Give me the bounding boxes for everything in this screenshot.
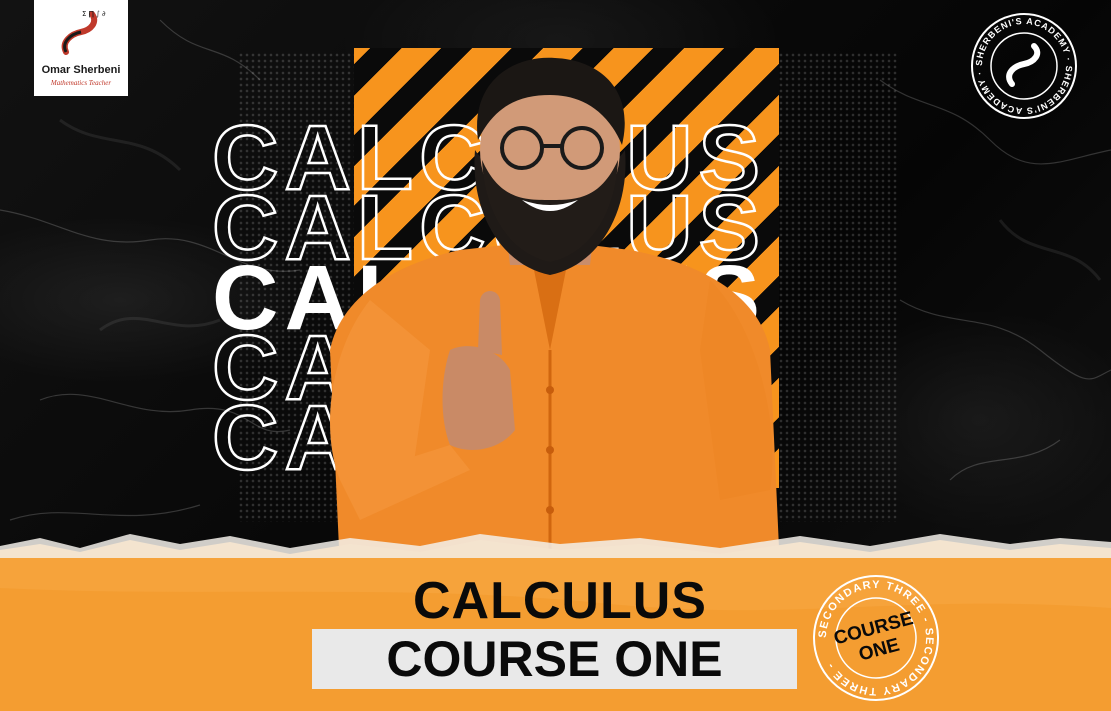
- course-title-line1: CALCULUS: [413, 572, 707, 630]
- course-banner: CALCULUS CALCULUS CALCULUS CALCULUS CALC…: [0, 0, 1111, 711]
- pencil-s-logo-icon: Σ ∏ ∫ ∂ ∅: [61, 10, 106, 55]
- course-one-badge: SECONDARY THREE - SECONDARY THREE - COUR…: [813, 575, 939, 701]
- academy-seal-icon: SHERBENI'S ACADEMY · SHERBENI'S ACADEMY …: [971, 13, 1077, 119]
- math-symbols: Σ ∏ ∫ ∂ ∅: [82, 10, 106, 18]
- course-title-line2: COURSE ONE: [386, 631, 723, 687]
- presenter-photo: [330, 57, 780, 570]
- teacher-logo: Σ ∏ ∫ ∂ ∅ Omar Sherbeni Mathematics Teac…: [34, 0, 128, 96]
- logo-tagline: Mathematics Teacher: [50, 79, 112, 87]
- logo-name: Omar Sherbeni: [41, 64, 121, 76]
- thumbs-up-hand: [442, 346, 515, 450]
